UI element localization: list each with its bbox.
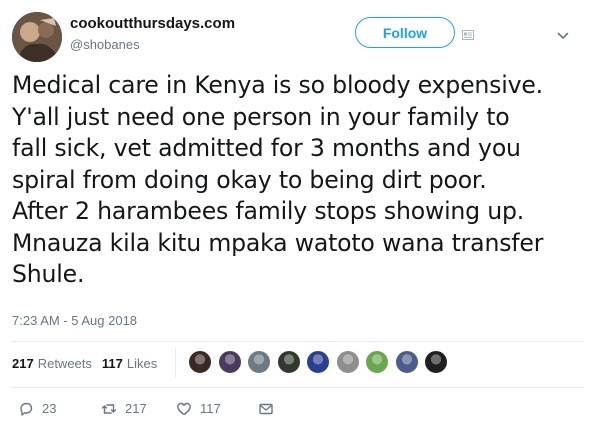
follow-button[interactable]: Follow <box>355 17 455 48</box>
liker-avatar[interactable] <box>424 350 448 374</box>
likes-stat[interactable]: 117 Likes <box>102 355 157 373</box>
tweet-text-line: Mnauza kila kitu mpaka watoto wana trans… <box>12 228 544 257</box>
retweets-count: 217 <box>12 356 34 371</box>
liker-avatar[interactable] <box>394 350 419 374</box>
contact-card-icon <box>462 27 474 40</box>
tweet-card: cookoutthursdays.com @shobanes Follow Me… <box>0 0 596 430</box>
liker-avatar[interactable] <box>217 350 242 374</box>
tweet-stats: 217 Retweets 117 Likes <box>12 355 167 373</box>
avatar[interactable] <box>12 12 62 62</box>
tweet-text: Medical care in Kenya is so bloody expen… <box>12 70 587 291</box>
display-name[interactable]: cookoutthursdays.com <box>70 14 235 34</box>
retweets-label: Retweets <box>37 356 92 371</box>
retweet-count: 217 <box>125 401 147 416</box>
retweets-stat[interactable]: 217 Retweets <box>12 355 92 373</box>
tweet-text-line: Medical care in Kenya is so bloody expen… <box>12 71 543 99</box>
tweet-text-line: After 2 harambees family stops showing u… <box>12 197 525 225</box>
reply-button[interactable]: 23 <box>18 401 56 417</box>
chevron-down-icon[interactable] <box>557 28 569 39</box>
envelope-icon <box>259 403 273 415</box>
liker-avatar[interactable] <box>276 350 301 374</box>
tweet-text-line: Shule. <box>12 260 85 288</box>
tweet-text-line: Y'all just need one person in your famil… <box>12 102 510 131</box>
tweet-text-line: fall sick, vet admitted for 3 months and… <box>12 134 521 162</box>
tweet-text-line: spiral from doing okay to being dirt poo… <box>12 165 487 194</box>
liker-avatar[interactable] <box>247 350 271 374</box>
likes-label: Likes <box>126 356 158 371</box>
heart-icon <box>177 402 191 416</box>
liker-avatar[interactable] <box>335 350 360 374</box>
retweet-button[interactable]: 217 <box>101 401 147 417</box>
user-handle[interactable]: @shobanes <box>70 36 235 54</box>
tweet-timestamp[interactable]: 7:23 AM - 5 Aug 2018 <box>12 312 137 330</box>
likers-facepile <box>188 350 454 376</box>
follow-button-label: Follow <box>382 24 428 41</box>
liker-avatar[interactable] <box>306 350 330 374</box>
user-info: cookoutthursdays.com @shobanes <box>70 14 235 54</box>
divider <box>12 387 584 388</box>
reply-count: 23 <box>42 401 57 416</box>
stats-separator <box>175 348 176 378</box>
like-button[interactable]: 117 <box>176 401 221 417</box>
likes-count: 117 <box>101 356 123 371</box>
liker-avatar[interactable] <box>365 350 389 374</box>
divider <box>12 341 584 342</box>
retweet-icon <box>101 404 117 414</box>
like-count: 117 <box>200 401 221 416</box>
direct-message-button[interactable] <box>258 401 282 417</box>
reply-icon <box>20 402 33 416</box>
liker-avatar[interactable] <box>188 350 212 374</box>
